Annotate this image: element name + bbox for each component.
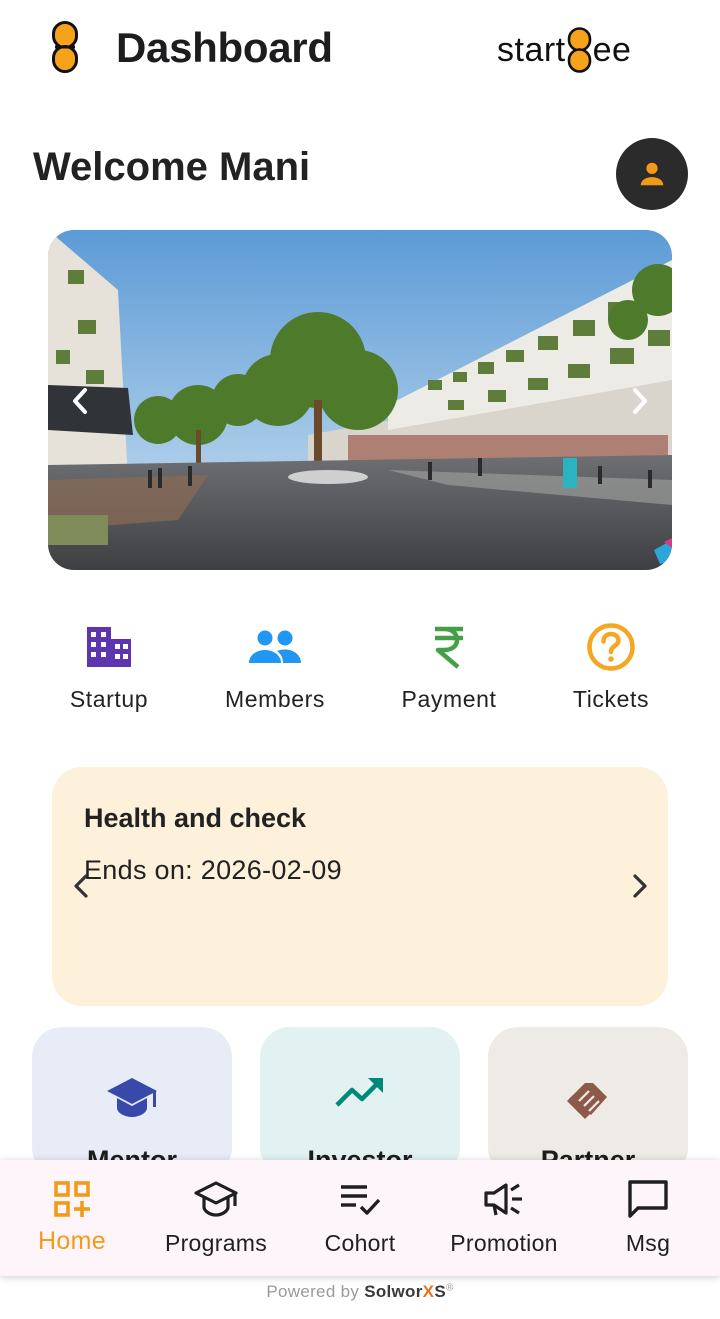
registered-mark: ® (445, 1282, 454, 1294)
chevron-left-icon (74, 874, 88, 898)
nav-promotion[interactable]: Promotion (432, 1160, 576, 1276)
nav-programs-label: Programs (164, 1230, 268, 1256)
chevron-right-icon (633, 874, 647, 898)
tickets-label: Tickets (572, 686, 650, 712)
handshake-icon (567, 1083, 607, 1119)
nav-home-label: Home (38, 1227, 106, 1255)
nav-promotion-label: Promotion (450, 1230, 558, 1256)
nav-msg-label: Msg (625, 1230, 671, 1256)
powered-by: Powered by SolworXS® (0, 1282, 720, 1302)
nav-programs[interactable]: Programs (144, 1160, 288, 1276)
program-next-button[interactable] (625, 871, 655, 901)
payment-label: Payment (401, 686, 497, 712)
profile-button[interactable] (616, 138, 688, 210)
mentor-tile[interactable]: Mentor (32, 1027, 232, 1177)
startup-label: Startup (69, 686, 149, 712)
brand-b-icon (567, 27, 591, 73)
program-prev-button[interactable] (66, 871, 96, 901)
members-label: Members (224, 686, 326, 712)
solworxs-logo: SolworXS® (364, 1282, 453, 1301)
dashboard-add-icon (54, 1181, 90, 1217)
company-name-part-b: S (434, 1282, 446, 1301)
tickets-action[interactable]: Tickets (536, 618, 686, 713)
carousel-prev-button[interactable] (60, 381, 100, 421)
carousel-next-button[interactable] (620, 381, 660, 421)
program-end-date: Ends on: 2026-02-09 (84, 855, 342, 885)
company-name-x: X (422, 1282, 435, 1301)
trending-up-icon (335, 1078, 383, 1107)
bottom-navigation: Home Programs Cohort Promotion Msg (0, 1160, 720, 1276)
graduation-cap-icon (194, 1181, 238, 1217)
startbee-logo-icon (52, 21, 78, 73)
welcome-text: Welcome Mani (33, 145, 311, 189)
people-icon (249, 630, 301, 663)
chevron-left-icon (73, 388, 87, 414)
rupee-icon (435, 626, 463, 669)
carousel-image (48, 230, 672, 570)
person-icon (640, 162, 664, 186)
nav-msg[interactable]: Msg (576, 1160, 720, 1276)
nav-home[interactable]: Home (0, 1160, 144, 1276)
members-action[interactable]: Members (200, 618, 350, 713)
company-name-part-a: Solwor (364, 1282, 423, 1301)
page-title: Dashboard (116, 24, 333, 71)
chat-bubble-icon (628, 1180, 668, 1218)
brand-logo: start ee (497, 27, 632, 73)
campaign-icon (484, 1183, 522, 1216)
help-circle-icon (587, 623, 635, 671)
nav-cohort-label: Cohort (324, 1230, 396, 1256)
payment-action[interactable]: Payment (374, 618, 524, 713)
chevron-right-icon (633, 388, 647, 414)
program-title: Health and check (84, 803, 307, 833)
brand-suffix: ee (592, 31, 632, 69)
graduation-cap-icon (107, 1078, 157, 1117)
brand-prefix: start (497, 31, 566, 69)
investor-tile[interactable]: Investor (260, 1027, 460, 1177)
playlist-check-icon (341, 1185, 381, 1215)
powered-by-text: Powered by (266, 1282, 360, 1301)
nav-cohort[interactable]: Cohort (288, 1160, 432, 1276)
startup-action[interactable]: Startup (34, 618, 184, 713)
image-carousel[interactable] (48, 230, 672, 570)
partner-tile[interactable]: Partner (488, 1027, 688, 1177)
program-card[interactable]: Health and check Ends on: 2026-02-09 (52, 767, 668, 1006)
building-icon (87, 627, 131, 667)
